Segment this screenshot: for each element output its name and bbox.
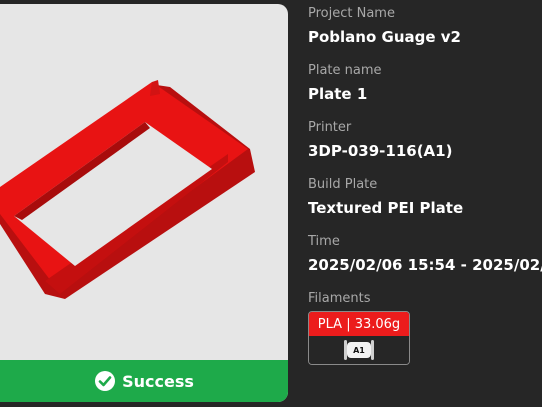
check-circle-icon xyxy=(95,371,116,391)
print-job-details: Success Project Name Poblano Guage v2 Pl… xyxy=(0,0,542,407)
build-plate-value: Textured PEI Plate xyxy=(308,199,464,217)
filament-chip: PLA | 33.06g xyxy=(309,312,409,336)
details-panel: Project Name Poblano Guage v2 Plate name… xyxy=(308,0,542,407)
printer-label: Printer xyxy=(308,120,352,135)
filaments-label: Filaments xyxy=(308,291,371,306)
filament-slot: A1 xyxy=(309,336,409,364)
time-label: Time xyxy=(308,234,340,249)
project-name-value: Poblano Guage v2 xyxy=(308,28,461,46)
status-label: Success xyxy=(122,371,194,391)
project-name-label: Project Name xyxy=(308,6,395,21)
build-plate-label: Build Plate xyxy=(308,177,378,192)
model-preview-image xyxy=(0,80,255,299)
plate-name-label: Plate name xyxy=(308,63,382,78)
printer-value: 3DP-039-116(A1) xyxy=(308,142,453,160)
filament-item[interactable]: PLA | 33.06g A1 xyxy=(308,311,410,365)
plate-name-value: Plate 1 xyxy=(308,85,368,103)
ams-slot-badge: A1 xyxy=(344,340,374,360)
plate-preview: Success xyxy=(0,4,288,402)
status-bar: Success xyxy=(0,360,288,402)
time-value: 2025/02/06 15:54 - 2025/02/06 xyxy=(308,256,542,274)
